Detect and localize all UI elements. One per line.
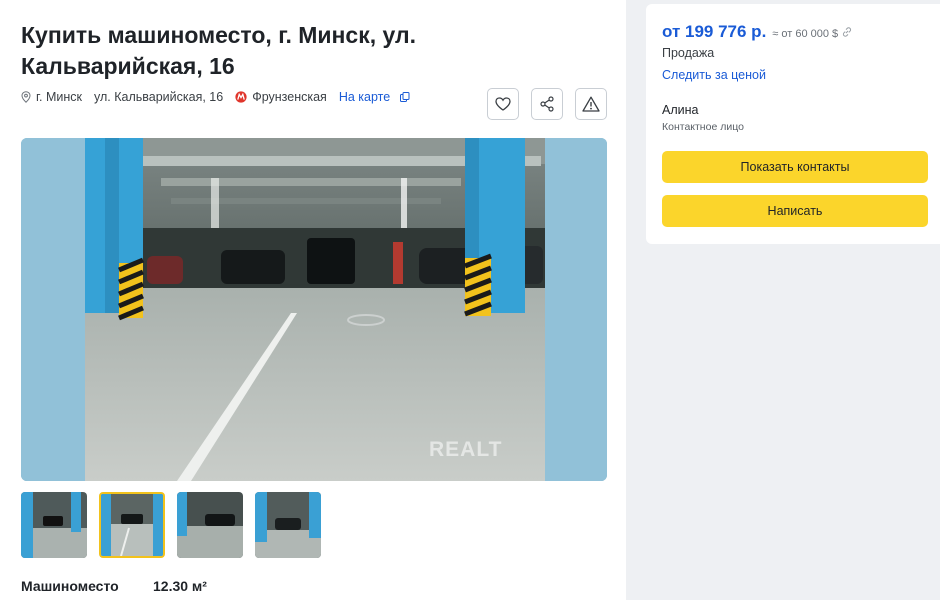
show-on-map-link[interactable]: На карте [339,90,390,104]
heart-icon [495,97,511,111]
page-title: Купить машиноместо, г. Минск, ул. Кальва… [21,22,417,79]
report-button[interactable] [575,88,607,120]
spec-row: Машиноместо 12.30 м² [21,578,207,594]
thumbnail[interactable] [177,492,243,558]
write-message-button[interactable]: Написать [662,195,928,227]
seller-name: Алина [662,103,699,117]
realt-watermark: REALT [429,438,503,461]
warning-icon [582,96,600,112]
price-usd: ≈ от 60 000 $ [772,28,839,40]
city-label: г. Минск [36,90,82,104]
listing-card: Купить машиноместо, г. Минск, ул. Кальва… [0,0,626,600]
show-contacts-button[interactable]: Показать контакты [662,151,928,183]
track-price-link[interactable]: Следить за ценой [662,68,766,82]
deal-type: Продажа [662,46,715,60]
thumbnail-active[interactable] [99,492,165,558]
price-row: от 199 776 р. ≈ от 60 000 $ [662,22,852,42]
copy-icon[interactable] [400,92,410,102]
share-button[interactable] [531,88,563,120]
spec-label: Машиноместо [21,578,119,594]
metro-icon [235,91,247,103]
share-icon [540,96,554,112]
price-byn: от 199 776 р. [662,22,767,41]
link-icon[interactable] [842,27,852,37]
favorite-button[interactable] [487,88,519,120]
street-label: ул. Кальварийская, 16 [94,90,224,104]
main-photo[interactable]: REALT [21,138,607,481]
thumbnail[interactable] [21,492,87,558]
metro-label: Фрунзенская [252,90,327,104]
spec-value: 12.30 м² [153,578,207,594]
price-sidebar: от 199 776 р. ≈ от 60 000 $ Продажа След… [646,4,940,244]
thumbnail[interactable] [255,492,321,558]
location-row: г. Минск ул. Кальварийская, 16 Фрунзенск… [21,89,410,105]
photo-thumbnails [21,492,333,558]
location-pin-icon [21,91,31,103]
seller-role: Контактное лицо [662,121,744,133]
